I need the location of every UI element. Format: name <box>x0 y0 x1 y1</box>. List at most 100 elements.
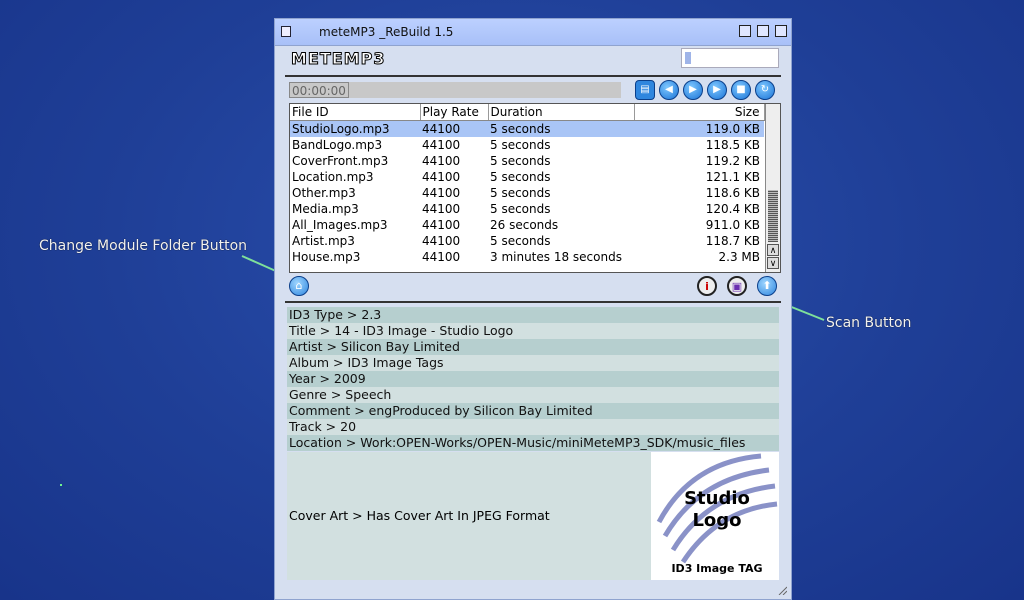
file-id-cell: Location.mp3 <box>292 170 374 184</box>
size-cell: 119.2 KB <box>705 154 760 168</box>
play-rate-cell: 44100 <box>422 250 461 264</box>
cover-art-caption: ID3 Image TAG <box>671 562 762 575</box>
resize-grip-icon[interactable] <box>777 585 787 595</box>
table-row[interactable]: All_Images.mp3 44100 26 seconds 911.0 KB <box>290 217 764 233</box>
cover-art-row: Cover Art > Has Cover Art In JPEG Format… <box>287 452 779 580</box>
size-cell: 911.0 KB <box>705 218 760 232</box>
repeat-icon[interactable]: ↻ <box>755 80 775 100</box>
file-id-cell: House.mp3 <box>292 250 361 264</box>
play-rate-cell: 44100 <box>420 120 488 137</box>
id3-tag-row: Year > 2009 <box>287 371 779 387</box>
id3-tag-row: Comment > engProduced by Silicon Bay Lim… <box>287 403 779 419</box>
progress-bar[interactable] <box>349 82 621 98</box>
table-row[interactable]: StudioLogo.mp3 44100 5 seconds 119.0 KB <box>290 120 764 137</box>
file-id-cell: BandLogo.mp3 <box>292 138 383 152</box>
id3-tag-row: Artist > Silicon Bay Limited <box>287 339 779 355</box>
app-logo: METEMP3 <box>290 49 386 69</box>
file-id-cell: Media.mp3 <box>292 202 359 216</box>
home-icon: ⌂ <box>295 279 303 292</box>
playlist-icon[interactable]: ▤ <box>635 80 655 100</box>
scan-button[interactable]: ▣ <box>727 276 747 296</box>
file-id-cell: CoverFront.mp3 <box>292 154 389 168</box>
duration-cell: 5 seconds <box>490 202 551 216</box>
id3-tag-row: Track > 20 <box>287 419 779 435</box>
play-rate-cell: 44100 <box>422 234 461 248</box>
id3-tag-list: ID3 Type > 2.3 Title > 14 - ID3 Image - S… <box>287 307 779 451</box>
time-display: 00:00:00 <box>289 82 349 98</box>
size-cell: 118.7 KB <box>705 234 760 248</box>
column-duration[interactable]: Duration <box>488 104 635 121</box>
table-row[interactable]: BandLogo.mp3 44100 5 seconds 118.5 KB <box>290 137 764 153</box>
scrollbar-thumb[interactable] <box>768 190 778 242</box>
table-row[interactable]: House.mp3 44100 3 minutes 18 seconds 2.3 MB <box>290 249 764 265</box>
table-header: File ID Play Rate Duration Size <box>290 104 765 121</box>
play-rate-cell: 44100 <box>422 218 461 232</box>
id3-tag-row: ID3 Type > 2.3 <box>287 307 779 323</box>
file-id-cell: All_Images.mp3 <box>292 218 388 232</box>
module-toolbar: ⌂ i ▣ ⬆ <box>285 273 781 303</box>
table-row[interactable]: Media.mp3 44100 5 seconds 120.4 KB <box>290 201 764 217</box>
scroll-down-icon[interactable]: ∨ <box>767 257 779 269</box>
size-cell: 118.6 KB <box>705 186 760 200</box>
column-play-rate[interactable]: Play Rate <box>420 104 489 121</box>
size-cell: 118.5 KB <box>705 138 760 152</box>
play-rate-cell: 44100 <box>422 154 461 168</box>
table-row[interactable]: Location.mp3 44100 5 seconds 121.1 KB <box>290 169 764 185</box>
text-caret <box>685 52 691 64</box>
title-bar[interactable]: meteMP3 _ReBuild 1.5 <box>275 19 791 46</box>
id3-tag-row: Location > Work:OPEN-Works/OPEN-Music/mi… <box>287 435 779 451</box>
change-module-folder-button[interactable]: ⌂ <box>289 276 309 296</box>
duration-cell: 5 seconds <box>490 170 551 184</box>
play-rate-cell: 44100 <box>422 186 461 200</box>
play-rate-cell: 44100 <box>422 170 461 184</box>
stray-pixel <box>60 484 62 486</box>
cover-art-image: Studio Logo ID3 Image TAG <box>651 452 779 580</box>
minimize-icon[interactable] <box>739 25 751 37</box>
system-menu-icon[interactable] <box>281 26 291 37</box>
metemp3-window: meteMP3 _ReBuild 1.5 METEMP3 00:00:00 ▤ … <box>274 18 792 600</box>
info-icon: i <box>705 280 709 293</box>
restore-icon[interactable] <box>775 25 787 37</box>
info-button[interactable]: i <box>697 276 717 296</box>
up-button[interactable]: ⬆ <box>757 276 777 296</box>
duration-cell: 5 seconds <box>488 120 634 137</box>
cover-art-line1: Studio <box>684 488 750 509</box>
play-rate-cell: 44100 <box>422 202 461 216</box>
duration-cell: 5 seconds <box>490 234 551 248</box>
duration-cell: 26 seconds <box>490 218 559 232</box>
size-cell: 120.4 KB <box>705 202 760 216</box>
play-icon[interactable]: ▶ <box>683 80 703 100</box>
file-table: File ID Play Rate Duration Size StudioLo… <box>290 104 765 265</box>
column-size[interactable]: Size <box>634 104 765 121</box>
scroll-up-icon[interactable]: ∧ <box>767 244 779 256</box>
table-row[interactable]: Artist.mp3 44100 5 seconds 118.7 KB <box>290 233 764 249</box>
duration-cell: 5 seconds <box>490 186 551 200</box>
id3-tag-row: Title > 14 - ID3 Image - Studio Logo <box>287 323 779 339</box>
file-id-cell: StudioLogo.mp3 <box>290 120 420 137</box>
play-rate-cell: 44100 <box>422 138 461 152</box>
table-row[interactable]: Other.mp3 44100 5 seconds 118.6 KB <box>290 185 764 201</box>
cover-art-line2: Logo <box>692 510 741 531</box>
file-id-cell: Other.mp3 <box>292 186 356 200</box>
size-cell: 2.3 MB <box>718 250 760 264</box>
previous-icon[interactable]: ◀ <box>659 80 679 100</box>
window-title: meteMP3 _ReBuild 1.5 <box>319 25 454 39</box>
next-icon[interactable]: ▶ <box>707 80 727 100</box>
arrow-up-icon: ⬆ <box>762 279 772 292</box>
column-file-id[interactable]: File ID <box>290 104 421 121</box>
duration-cell: 5 seconds <box>490 154 551 168</box>
id3-tag-row: Album > ID3 Image Tags <box>287 355 779 371</box>
list-scrollbar[interactable]: ∧ ∨ <box>765 104 780 272</box>
table-row[interactable]: CoverFront.mp3 44100 5 seconds 119.2 KB <box>290 153 764 169</box>
size-cell: 119.0 KB <box>634 120 764 137</box>
scan-icon: ▣ <box>731 280 743 293</box>
cover-art-label: Cover Art > Has Cover Art In JPEG Format <box>289 508 550 523</box>
duration-cell: 5 seconds <box>490 138 551 152</box>
maximize-icon[interactable] <box>757 25 769 37</box>
stop-icon[interactable]: ■ <box>731 80 751 100</box>
size-cell: 121.1 KB <box>705 170 760 184</box>
logo-row: METEMP3 <box>285 47 781 73</box>
file-list[interactable]: File ID Play Rate Duration Size StudioLo… <box>289 103 781 273</box>
file-id-cell: Artist.mp3 <box>292 234 355 248</box>
search-input[interactable] <box>681 48 779 68</box>
